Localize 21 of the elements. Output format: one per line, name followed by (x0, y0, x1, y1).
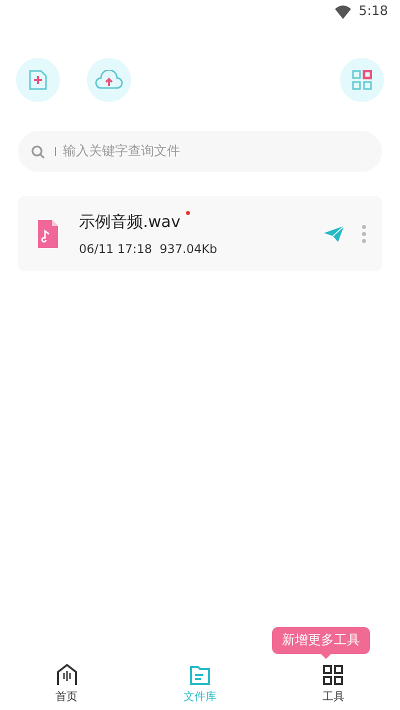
search-icon (31, 145, 45, 159)
file-card[interactable]: 示例音频.wav 06/11 17:18 937.04Kb (18, 196, 382, 271)
cloud-upload-button[interactable] (87, 58, 131, 102)
nav-tab[interactable]: 首页 (0, 658, 134, 710)
status-time: 5:18 (358, 3, 388, 22)
grid-icon (321, 662, 346, 687)
new-file-button[interactable] (16, 58, 60, 102)
file-meta: 06/11 17:18 937.04Kb (79, 240, 218, 258)
text-cursor (55, 147, 56, 156)
nav-tab[interactable]: 工具 (266, 658, 400, 710)
audio-file-icon (38, 220, 58, 248)
wifi-icon (334, 5, 351, 19)
file-plus-icon (28, 69, 48, 91)
search-field[interactable]: 输入关键字查询文件 (18, 131, 382, 172)
tools-grid-button[interactable] (340, 58, 384, 102)
tooltip-pointer (321, 654, 331, 659)
file-name: 示例音频.wav (79, 210, 180, 232)
house-icon (54, 662, 79, 687)
paper-plane-icon (324, 226, 344, 242)
grid-icon (352, 70, 372, 90)
cloud-upload-icon (95, 70, 123, 90)
